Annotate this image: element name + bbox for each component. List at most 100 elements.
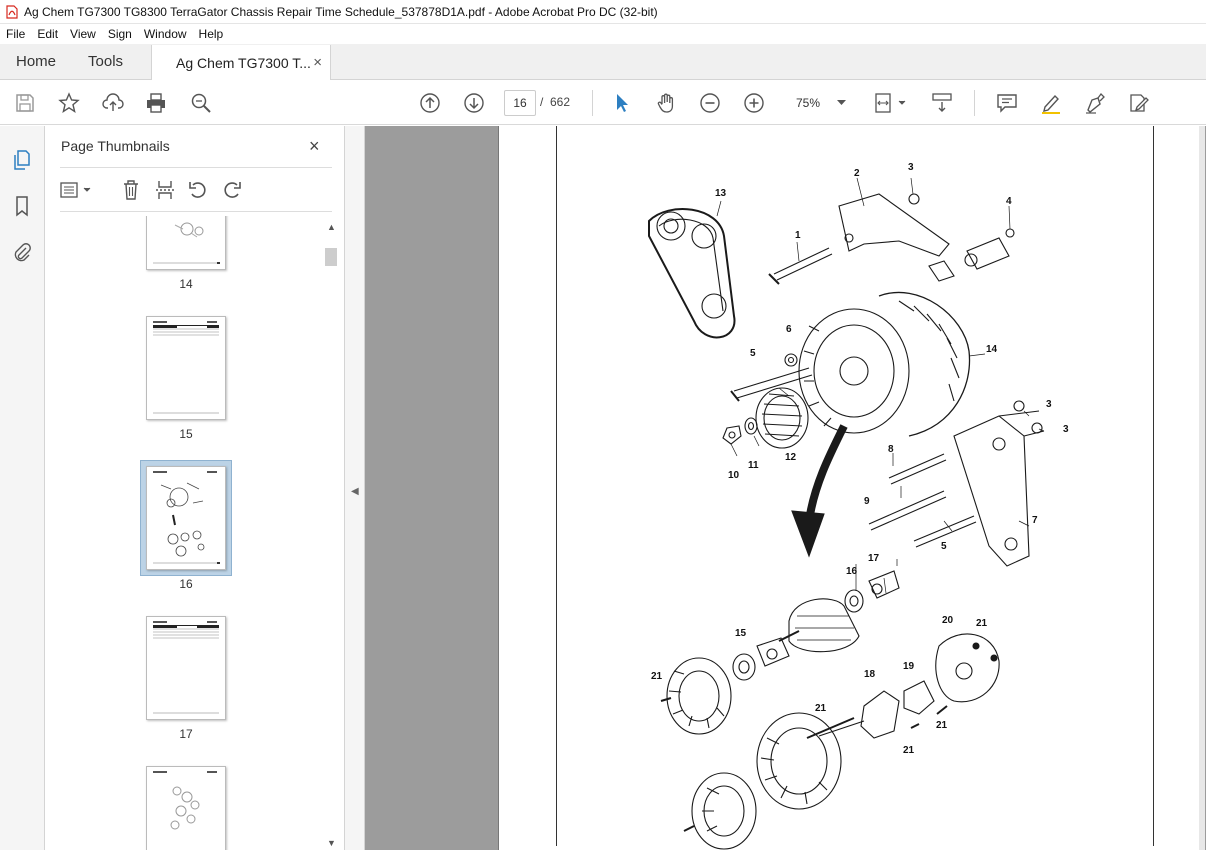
callout-9: 9 — [864, 496, 870, 507]
next-page-icon[interactable] — [462, 91, 486, 115]
rotate-clockwise-icon[interactable] — [220, 178, 244, 202]
zoom-select[interactable]: 75% — [788, 90, 852, 116]
callout-21: 21 — [936, 720, 948, 731]
close-panel-button[interactable]: × — [309, 136, 320, 157]
callout-13: 13 — [715, 188, 727, 199]
rotate-counterclockwise-icon[interactable] — [186, 178, 210, 202]
scroll-up-icon[interactable]: ▲ — [327, 222, 336, 232]
callout-21: 21 — [651, 671, 663, 682]
callout-1: 1 — [795, 230, 801, 241]
menu-view[interactable]: View — [64, 27, 102, 41]
callout-3: 3 — [908, 162, 914, 173]
document-scrollbar[interactable] — [1199, 126, 1205, 850]
sign-pen-icon[interactable] — [1083, 91, 1107, 115]
menu-bar: File Edit View Sign Window Help — [0, 24, 1206, 44]
tab-document[interactable]: Ag Chem TG7300 T... × — [151, 45, 332, 80]
callout-20: 20 — [942, 615, 954, 626]
callout-19: 19 — [903, 661, 915, 672]
callout-7: 7 — [1032, 515, 1038, 526]
thumbnail-page[interactable] — [146, 616, 226, 720]
thumbnail-page-current[interactable] — [146, 466, 226, 570]
callout-21: 21 — [903, 745, 915, 756]
thumbnail-page-number: 15 — [179, 427, 193, 441]
panel-title: Page Thumbnails — [61, 138, 170, 154]
callout-21: 21 — [815, 703, 827, 714]
callout-12: 12 — [785, 452, 797, 463]
hand-tool-icon[interactable] — [654, 91, 678, 115]
toolbar-divider — [592, 90, 593, 116]
select-cursor-icon[interactable] — [610, 91, 634, 115]
edit-pdf-icon[interactable] — [1127, 91, 1151, 115]
extract-pages-icon[interactable] — [153, 178, 177, 202]
delete-trash-icon[interactable] — [119, 178, 143, 202]
menu-window[interactable]: Window — [138, 27, 193, 41]
collapse-arrow-icon[interactable]: ◀ — [351, 486, 359, 497]
upload-cloud-icon[interactable] — [101, 91, 125, 115]
thumbnail-page-number: 17 — [179, 727, 193, 741]
close-tab-button[interactable]: × — [313, 54, 322, 71]
callout-14: 14 — [986, 344, 998, 355]
window-title: Ag Chem TG7300 TG8300 TerraGator Chassis… — [24, 4, 658, 19]
page-fit-icon[interactable] — [872, 91, 910, 115]
callout-15: 15 — [735, 628, 747, 639]
thumbnail-page[interactable] — [146, 766, 226, 850]
comment-icon[interactable] — [995, 91, 1019, 115]
main-toolbar — [0, 81, 1206, 125]
tab-home[interactable]: Home — [0, 44, 72, 79]
panel-collapse-strip[interactable]: ◀ — [345, 126, 365, 850]
bookmarks-icon[interactable] — [10, 194, 34, 218]
alternator-exploded-diagram: 13 2 3 4 1 14 6 5 3 3 8 12 11 10 9 7 5 1… — [648, 162, 1069, 850]
zoom-out-icon[interactable] — [698, 91, 722, 115]
thumbnail-scrollbar[interactable]: ▲ ▼ — [323, 218, 339, 850]
callout-3-right: 3 — [1063, 424, 1069, 435]
title-bar: Ag Chem TG7300 TG8300 TerraGator Chassis… — [0, 0, 1206, 24]
attachments-paperclip-icon[interactable] — [10, 240, 34, 264]
callout-4: 4 — [1006, 196, 1012, 207]
tab-bar: Home Tools Ag Chem TG7300 T... × — [0, 44, 1206, 80]
thumbnail-page[interactable] — [146, 316, 226, 420]
print-icon[interactable] — [144, 91, 168, 115]
previous-page-icon[interactable] — [418, 91, 442, 115]
menu-help[interactable]: Help — [193, 27, 230, 41]
menu-edit[interactable]: Edit — [31, 27, 64, 41]
callout-21: 21 — [976, 618, 988, 629]
page-thumbnails-panel: Page Thumbnails × 14 15 16 17 — [45, 126, 345, 850]
menu-sign[interactable]: Sign — [102, 27, 138, 41]
tab-tools[interactable]: Tools — [72, 44, 139, 79]
thumbnail-options-icon[interactable] — [59, 178, 95, 202]
menu-file[interactable]: File — [0, 27, 31, 41]
chevron-down-icon — [837, 100, 846, 105]
panel-divider — [60, 211, 332, 212]
page-thumbnails-icon[interactable] — [10, 148, 34, 172]
left-navigation-rail — [0, 126, 45, 850]
scroll-mode-icon[interactable] — [930, 91, 954, 115]
bookmark-star-icon[interactable] — [57, 91, 81, 115]
callout-5: 5 — [750, 348, 756, 359]
page-number-input[interactable]: 16 — [504, 90, 536, 116]
callout-18: 18 — [864, 669, 876, 680]
panel-divider — [60, 167, 332, 168]
document-viewport: 13 2 3 4 1 14 6 5 3 3 8 12 11 10 9 7 5 1… — [365, 126, 1206, 850]
callout-11: 11 — [748, 460, 759, 471]
acrobat-icon — [6, 4, 18, 19]
page-separator: / — [540, 95, 544, 109]
thumbnail-page[interactable] — [146, 216, 226, 270]
scroll-down-icon[interactable]: ▼ — [327, 838, 336, 848]
thumbnail-list: 14 15 16 17 — [60, 216, 340, 850]
tab-document-label: Ag Chem TG7300 T... — [176, 54, 311, 71]
zoom-search-icon[interactable] — [189, 91, 213, 115]
callout-2: 2 — [854, 168, 860, 179]
callout-8: 8 — [888, 444, 894, 455]
thumbnail-page-number: 16 — [179, 577, 193, 591]
zoom-in-icon[interactable] — [742, 91, 766, 115]
page-total: 662 — [550, 95, 571, 109]
scrollbar-handle[interactable] — [325, 248, 337, 266]
callout-17: 17 — [868, 553, 880, 564]
pdf-page: 13 2 3 4 1 14 6 5 3 3 8 12 11 10 9 7 5 1… — [498, 126, 1205, 850]
save-icon[interactable] — [13, 91, 37, 115]
callout-10: 10 — [728, 470, 740, 481]
highlight-pen-icon[interactable] — [1039, 91, 1063, 115]
callout-3-right: 3 — [1046, 399, 1052, 410]
callout-6: 6 — [786, 324, 792, 335]
toolbar-divider — [974, 90, 975, 116]
